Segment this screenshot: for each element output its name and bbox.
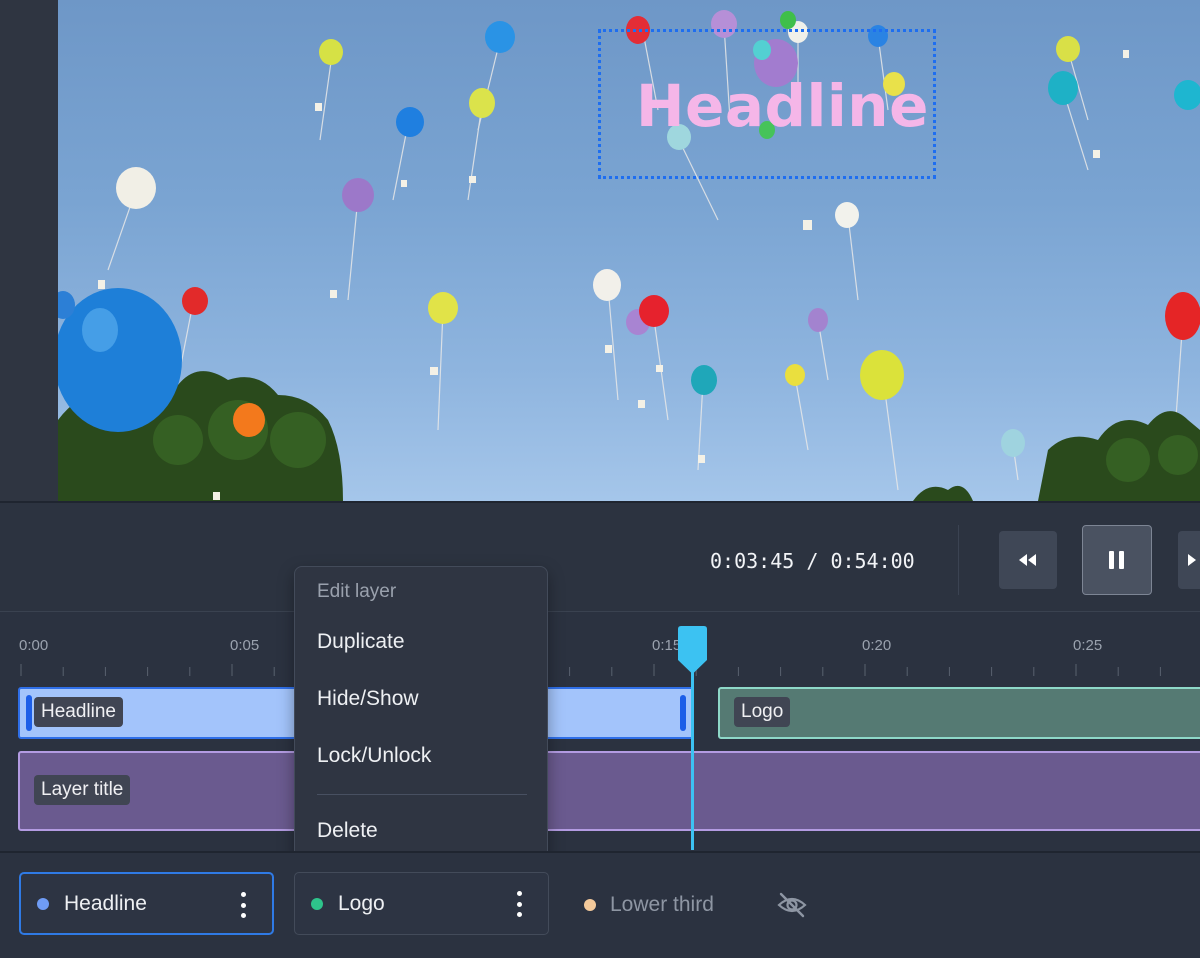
left-gutter <box>0 0 58 501</box>
track-label: Logo <box>734 697 791 727</box>
track-trim-handle-left[interactable] <box>26 695 32 731</box>
layer-label: Headline <box>64 891 147 915</box>
rewind-icon <box>1019 554 1036 566</box>
track-trim-handle-right[interactable] <box>680 695 686 731</box>
context-menu: Edit layer Duplicate Hide/Show Lock/Unlo… <box>294 566 548 863</box>
menu-item-hide-show[interactable]: Hide/Show <box>317 687 419 711</box>
track-layer-title[interactable]: Layer title <box>18 751 1200 831</box>
time-separator: / <box>806 549 819 573</box>
video-preview[interactable]: Headline <box>58 0 1200 501</box>
pause-button[interactable] <box>1082 525 1152 595</box>
track-label: Headline <box>34 697 123 727</box>
forward-icon <box>1188 554 1196 566</box>
timeline[interactable]: 0:00 0:05 0:15 0:20 0:25 Headline Logo L… <box>0 611 1200 851</box>
layer-label: Lower third <box>610 893 714 916</box>
ruler-label: 0:05 <box>230 637 260 654</box>
menu-title: Edit layer <box>317 581 397 602</box>
total-time: 0:54:00 <box>830 549 915 573</box>
track-logo[interactable]: Logo <box>718 687 1200 739</box>
layer-color-dot <box>311 897 323 910</box>
headline-overlay-text[interactable]: Headline <box>636 72 929 140</box>
menu-item-duplicate[interactable]: Duplicate <box>317 630 405 654</box>
rewind-button[interactable] <box>999 531 1057 589</box>
ruler-label: 0:25 <box>1073 637 1103 654</box>
menu-item-delete[interactable]: Delete <box>317 819 378 843</box>
ruler-label: 0:15 <box>652 637 682 654</box>
layer-color-dot <box>584 899 596 911</box>
playhead-handle[interactable] <box>678 626 707 674</box>
track-label: Layer title <box>34 775 131 805</box>
eye-off-icon[interactable] <box>776 891 808 919</box>
ruler-label: 0:00 <box>19 637 49 654</box>
more-options-icon[interactable] <box>240 892 246 918</box>
layer-item-lower-third[interactable]: Lower third <box>584 893 714 917</box>
layer-color-dot <box>37 897 49 910</box>
layer-label: Logo <box>338 891 385 915</box>
layer-card-logo[interactable]: Logo <box>294 872 549 935</box>
layer-card-headline[interactable]: Headline <box>19 872 274 935</box>
menu-separator <box>317 794 527 795</box>
current-time: 0:03:45 <box>710 549 795 573</box>
ruler-label: 0:20 <box>862 637 892 654</box>
menu-item-lock-unlock[interactable]: Lock/Unlock <box>317 744 431 768</box>
ruler-ticks <box>20 664 1161 676</box>
transport-divider <box>958 525 959 595</box>
timecode: 0:03:45 / 0:54:00 <box>710 549 915 573</box>
forward-button[interactable] <box>1178 531 1200 589</box>
pause-icon <box>1109 551 1124 569</box>
layer-bar: Headline Logo Lower third <box>0 851 1200 958</box>
more-options-icon[interactable] <box>516 891 522 917</box>
transport-bar: 0:03:45 / 0:54:00 <box>0 501 1200 611</box>
